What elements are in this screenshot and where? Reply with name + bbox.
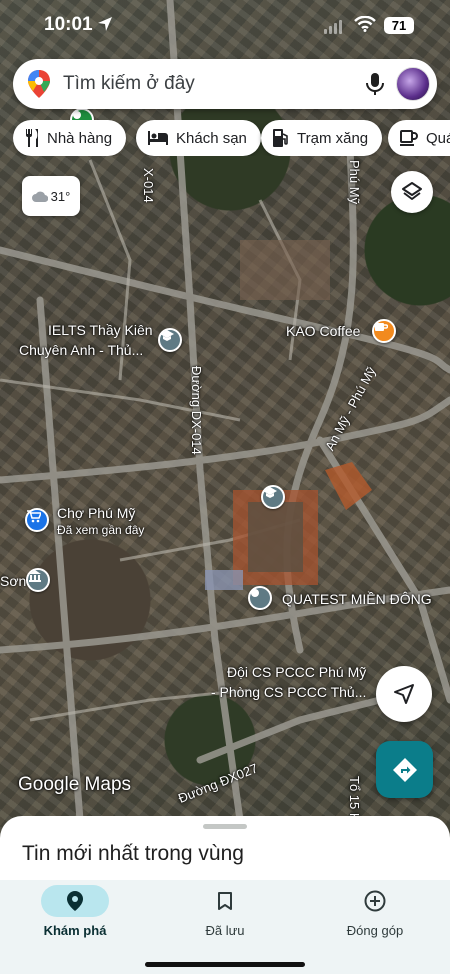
bottom-sheet[interactable]: Tin mới nhất trong vùng <box>0 816 450 886</box>
google-maps-pin-icon <box>28 70 50 98</box>
search-bar[interactable]: Tìm kiếm ở đây <box>13 59 437 109</box>
poi-label-kao-coffee[interactable]: KAO Coffee <box>286 323 360 339</box>
bottom-navigation: Khám phá Đã lưu Đóng góp <box>0 880 450 974</box>
directions-icon <box>392 757 417 782</box>
nav-label-explore: Khám phá <box>43 923 107 938</box>
search-input[interactable]: Tìm kiếm ở đây <box>63 73 195 95</box>
place-poi-icon[interactable] <box>248 586 272 610</box>
weather-badge[interactable]: 31° <box>22 176 80 216</box>
school-poi-icon-2[interactable] <box>261 485 285 509</box>
directions-button[interactable] <box>376 741 433 798</box>
nav-tab-saved[interactable]: Đã lưu <box>150 880 300 974</box>
sheet-title: Tin mới nhất trong vùng <box>22 842 244 865</box>
shopping-cart-poi-icon[interactable] <box>25 508 49 532</box>
clock: 10:01 <box>44 14 93 35</box>
hotel-icon <box>148 131 168 145</box>
poi-label-cho-phu-my-sub: Đã xem gần đây <box>57 523 145 537</box>
chip-coffee[interactable]: Quá <box>388 120 450 156</box>
avatar[interactable] <box>396 67 430 101</box>
landmark-poi-icon[interactable] <box>26 568 50 592</box>
restaurant-icon <box>26 129 38 147</box>
nav-tab-contribute[interactable]: Đóng góp <box>300 880 450 974</box>
chip-label: Nhà hàng <box>47 129 113 147</box>
chip-gas-stations[interactable]: Trạm xăng <box>261 120 383 156</box>
road-label-duong-dx014: Đường DX-014 <box>189 366 204 455</box>
nav-label-saved: Đã lưu <box>205 923 245 938</box>
cloud-icon <box>31 191 48 202</box>
layers-icon <box>402 182 422 200</box>
sheet-drag-handle[interactable] <box>203 824 247 829</box>
poi-label-pccc-line2[interactable]: - Phòng CS PCCC Thủ... <box>211 684 366 700</box>
layers-button[interactable] <box>391 171 433 213</box>
poi-label-pccc-line1[interactable]: Đội CS PCCC Phú Mỹ <box>227 664 366 680</box>
wifi-icon <box>354 16 376 32</box>
nav-active-pill <box>41 885 109 917</box>
add-circle-icon <box>364 890 386 912</box>
nav-label-contribute: Đóng góp <box>346 923 404 938</box>
cellular-signal-icon <box>324 20 342 34</box>
chip-label: Khách sạn <box>176 129 247 147</box>
category-chips: Nhà hàng Khách sạn Trạm xăng Quá <box>13 120 450 156</box>
bookmark-icon <box>218 892 232 910</box>
chip-hotels[interactable]: Khách sạn <box>136 120 261 156</box>
home-indicator[interactable] <box>145 962 305 967</box>
nav-tab-explore[interactable]: Khám phá <box>0 880 150 974</box>
explore-pin-icon <box>67 891 83 911</box>
weather-temp: 31° <box>50 188 71 204</box>
poi-label-ielts-line1[interactable]: IELTS Thầy Kiên <box>48 322 153 338</box>
google-maps-logo: Google Maps <box>18 774 132 795</box>
gas-station-icon <box>273 129 288 147</box>
navigation-arrow-icon <box>394 684 414 704</box>
chip-label: Trạm xăng <box>297 129 369 147</box>
location-services-icon <box>98 17 112 31</box>
road-label-dx014-top: X-014 <box>141 168 156 203</box>
coffee-icon <box>400 130 418 146</box>
school-poi-icon[interactable] <box>158 328 182 352</box>
battery-indicator: 71 <box>384 17 414 34</box>
coffee-poi-icon[interactable] <box>372 319 396 343</box>
chip-label: Quá <box>426 129 450 147</box>
poi-label-ielts-line2[interactable]: Chuyên Anh - Thủ... <box>19 342 143 358</box>
status-bar: 10:01 71 <box>0 0 450 52</box>
road-label-to-15: Tổ 15 K <box>347 776 362 822</box>
poi-label-quatest[interactable]: QUATEST MIỀN ĐÔNG <box>282 591 432 607</box>
poi-label-cho-phu-my[interactable]: Chợ Phú Mỹ <box>57 505 135 521</box>
microphone-icon[interactable] <box>365 72 385 96</box>
my-location-button[interactable] <box>376 666 432 722</box>
chip-restaurants[interactable]: Nhà hàng <box>13 120 127 156</box>
road-label-phu-my-top: Phú Mỹ <box>347 160 362 205</box>
poi-label-son[interactable]: Sơn <box>0 573 26 589</box>
